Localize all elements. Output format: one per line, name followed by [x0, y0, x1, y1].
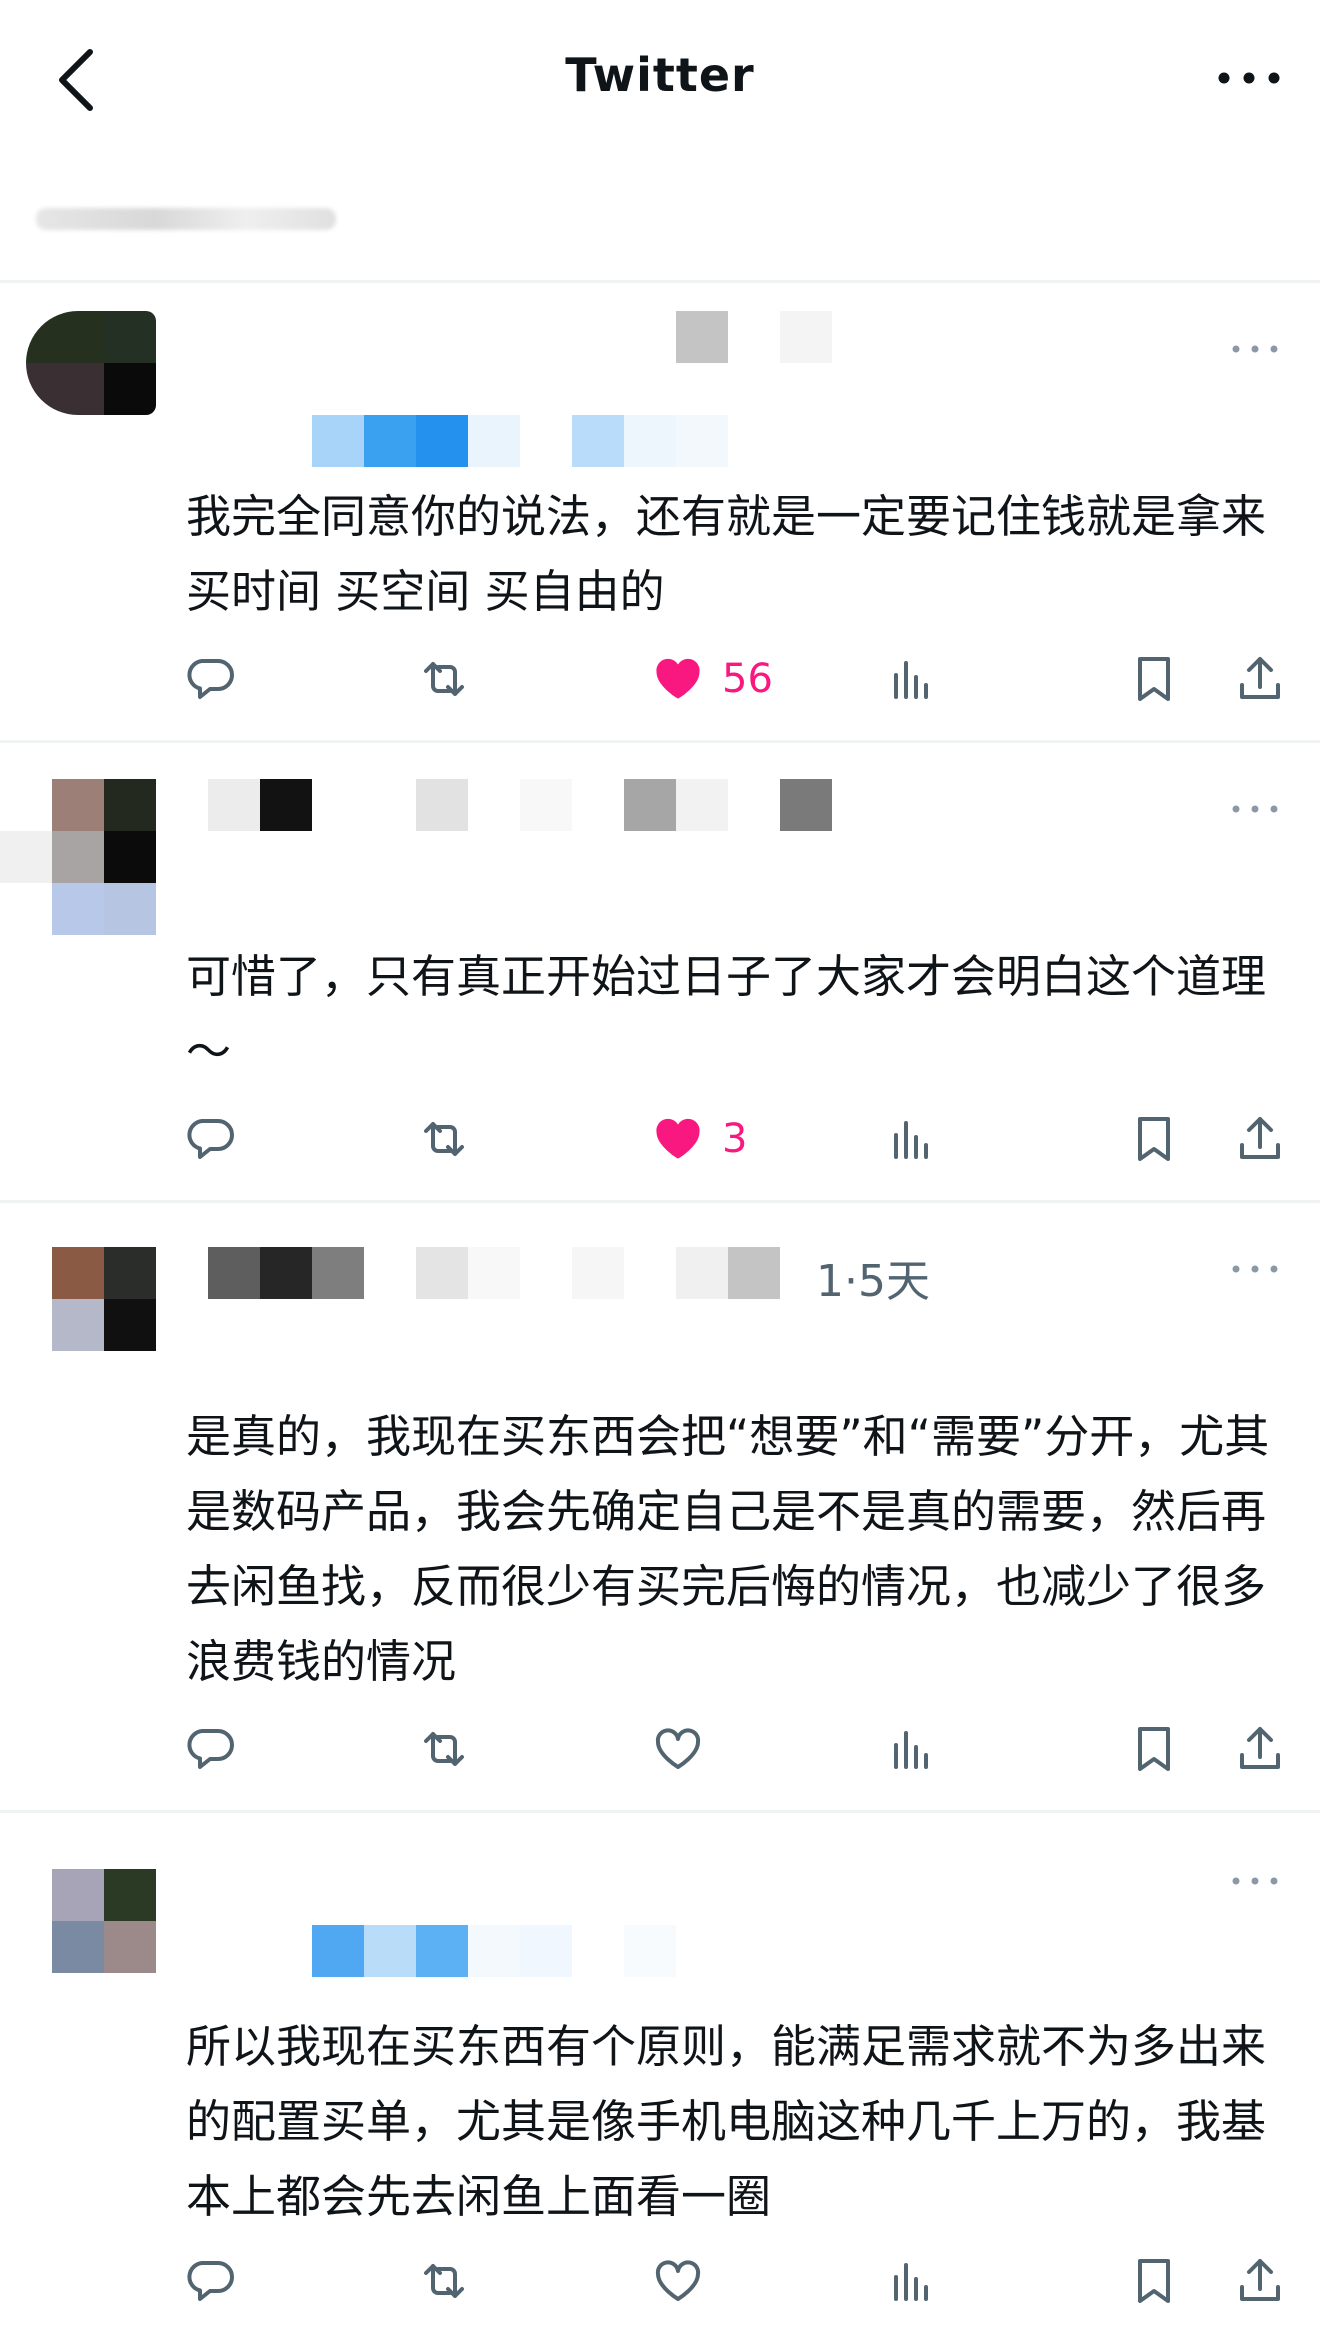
share-icon	[1240, 657, 1280, 699]
share-icon	[1240, 2259, 1280, 2301]
more-horizontal-icon	[1218, 72, 1280, 84]
reply-bubble-icon	[187, 1119, 234, 1159]
top-bar: Twitter	[0, 0, 1320, 160]
avatar[interactable]	[26, 311, 156, 415]
reply-item[interactable]: 可惜了，只有真正开始过日子了大家才会明白这个道理～ 3	[0, 743, 1320, 1200]
bookmark-icon	[1138, 657, 1170, 701]
reply-item[interactable]: 所以我现在买东西有个原则，能满足需求就不为多出来的配置买单，尤其是像手机电脑这种…	[0, 1813, 1320, 2345]
avatar[interactable]	[52, 779, 156, 935]
reply-bubble-icon	[187, 1729, 234, 1769]
reply-text: 我完全同意你的说法，还有就是一定要记住钱就是拿来买时间 买空间 买自由的	[186, 490, 1267, 618]
bookmark-button[interactable]	[1128, 1719, 1180, 1779]
retweet-button[interactable]	[418, 2251, 470, 2311]
blurred-handle	[312, 415, 728, 467]
retweet-icon	[424, 1732, 464, 1766]
reply-actions: 3	[0, 1109, 1320, 1169]
retweet-icon	[424, 2264, 464, 2298]
heart-icon	[655, 1728, 701, 1769]
retweet-button[interactable]	[418, 649, 470, 709]
like-count: 56	[722, 656, 773, 702]
views-chart-icon	[894, 1731, 928, 1769]
bookmark-icon	[1138, 1117, 1170, 1161]
reply-button[interactable]	[184, 2251, 236, 2311]
more-horizontal-icon	[1232, 1877, 1278, 1885]
blurred-context-text	[36, 208, 336, 230]
reply-actions: 56	[0, 649, 1320, 709]
reply-text: 是真的，我现在买东西会把“想要”和“需要”分开，尤其是数码产品，我会先确定自己是…	[186, 1410, 1270, 1688]
avatar-edge	[0, 831, 52, 883]
more-horizontal-icon	[1232, 1265, 1278, 1273]
bookmark-button[interactable]	[1128, 1109, 1180, 1169]
reply-actions	[0, 2251, 1320, 2311]
retweet-icon	[424, 662, 464, 696]
reply-more-button[interactable]	[1230, 799, 1280, 819]
more-horizontal-icon	[1232, 345, 1278, 353]
views-button[interactable]	[886, 1719, 938, 1779]
reply-text: 所以我现在买东西有个原则，能满足需求就不为多出来的配置买单，尤其是像手机电脑这种…	[186, 2020, 1267, 2223]
reply-bubble-icon	[187, 2261, 234, 2301]
reply-bubble-icon	[187, 659, 234, 699]
reply-item[interactable]: 1·5天 是真的，我现在买东西会把“想要”和“需要”分开，尤其是数码产品，我会先…	[0, 1203, 1320, 1810]
share-button[interactable]	[1234, 2251, 1286, 2311]
share-button[interactable]	[1234, 1719, 1286, 1779]
retweet-button[interactable]	[418, 1719, 470, 1779]
bookmark-icon	[1138, 2259, 1170, 2303]
bookmark-icon	[1138, 1727, 1170, 1771]
views-chart-icon	[894, 661, 928, 699]
like-button[interactable]	[652, 2251, 704, 2311]
more-horizontal-icon	[1232, 805, 1278, 813]
heart-icon	[656, 658, 700, 699]
share-icon	[1240, 1727, 1280, 1769]
views-button[interactable]	[886, 649, 938, 709]
heart-icon	[655, 2260, 701, 2301]
reply-more-button[interactable]	[1230, 1871, 1280, 1891]
blurred-handle	[312, 1925, 676, 1977]
retweet-button[interactable]	[418, 1109, 470, 1169]
header-more-button[interactable]	[1214, 58, 1284, 98]
retweet-icon	[424, 1122, 464, 1156]
heart-icon	[656, 1118, 700, 1159]
avatar[interactable]	[52, 1247, 156, 1351]
bookmark-button[interactable]	[1128, 649, 1180, 709]
like-button[interactable]: 56	[652, 649, 773, 709]
share-icon	[1240, 1117, 1280, 1159]
blurred-username	[208, 1247, 780, 1299]
avatar[interactable]	[52, 1869, 156, 1973]
blurred-username	[676, 311, 832, 363]
views-chart-icon	[894, 1121, 928, 1159]
reply-button[interactable]	[184, 1109, 236, 1169]
share-button[interactable]	[1234, 1109, 1286, 1169]
reply-button[interactable]	[184, 1719, 236, 1779]
blurred-username	[208, 779, 832, 831]
like-button[interactable]	[652, 1719, 704, 1779]
like-button[interactable]: 3	[652, 1109, 747, 1169]
page-title: Twitter	[565, 48, 755, 102]
like-count: 3	[722, 1116, 748, 1162]
views-button[interactable]	[886, 2251, 938, 2311]
views-button[interactable]	[886, 1109, 938, 1169]
reply-timestamp: 1·5天	[816, 1256, 930, 1307]
reply-button[interactable]	[184, 649, 236, 709]
reply-more-button[interactable]	[1230, 339, 1280, 359]
share-button[interactable]	[1234, 649, 1286, 709]
reply-more-button[interactable]	[1230, 1259, 1280, 1279]
reply-text: 可惜了，只有真正开始过日子了大家才会明白这个道理～	[186, 950, 1267, 1078]
reply-actions	[0, 1719, 1320, 1779]
reply-item[interactable]: 我完全同意你的说法，还有就是一定要记住钱就是拿来买时间 买空间 买自由的 56	[0, 283, 1320, 740]
views-chart-icon	[894, 2263, 928, 2301]
bookmark-button[interactable]	[1128, 2251, 1180, 2311]
